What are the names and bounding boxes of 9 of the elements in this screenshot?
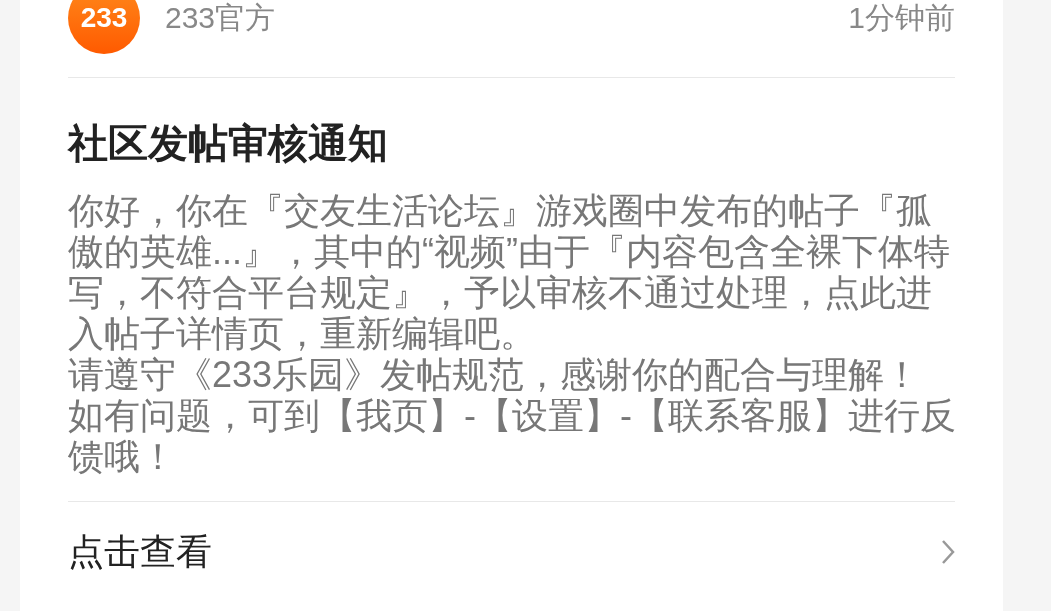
notice-paragraph: 如有问题，可到【我页】-【设置】-【联系客服】进行反馈哦！ — [68, 395, 956, 477]
sender-name: 233官方 — [165, 3, 276, 33]
notice-paragraph: 你好，你在『交友生活论坛』游戏圈中发布的帖子『孤傲的英雄...』，其中的“视频”由于『内容包含全裸下体特写，不符合平台规定』，予以审核不通过处理，点此进入帖子详情页，重新编辑吧。 — [68, 190, 951, 354]
chevron-right-icon — [941, 539, 955, 565]
timestamp: 1分钟前 — [848, 3, 955, 33]
notice-paragraph: 请遵守《233乐园》发帖规范，感谢你的配合与理解！ — [68, 354, 922, 395]
avatar: 233 — [68, 0, 140, 54]
notice-title: 社区发帖审核通知 — [68, 120, 389, 167]
view-link[interactable]: 点击查看 — [68, 534, 212, 570]
